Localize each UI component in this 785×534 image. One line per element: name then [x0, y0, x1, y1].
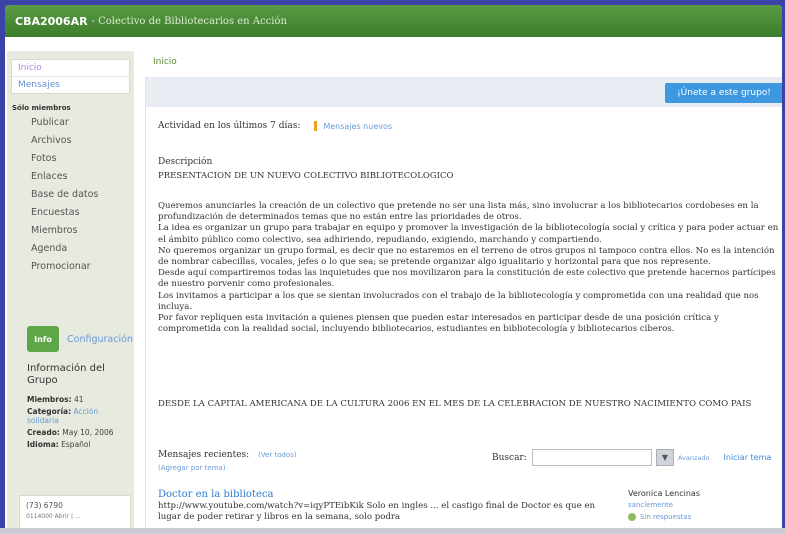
- recent-messages-label: Mensajes recientes:: [158, 450, 250, 460]
- group-info-title: Información del Grupo: [27, 363, 105, 386]
- members-nav: Publicar Archivos Fotos Enlaces Base de …: [7, 114, 134, 276]
- members-label: Miembros:: [27, 395, 72, 404]
- sidebar-item-miembros[interactable]: Miembros: [7, 222, 134, 240]
- bottom-strip: [0, 528, 785, 534]
- activity-bar-icon: [314, 121, 318, 131]
- sidebar-item-enlaces[interactable]: Enlaces: [7, 168, 134, 186]
- sidebar-bottom-line2[interactable]: 0114000 Abrir | ...: [26, 513, 124, 520]
- group-info: Información del Grupo Miembros: 41 Categ…: [27, 363, 131, 452]
- language-row: Idioma: Español: [27, 440, 131, 449]
- main-content: ¡Únete a este grupo! Actividad en los úl…: [145, 77, 782, 531]
- created-value: May 10, 2006: [62, 428, 114, 437]
- new-topic-link[interactable]: Iniciar tema: [724, 453, 772, 462]
- category-label: Categoría:: [27, 407, 72, 416]
- new-messages-link[interactable]: Mensajes nuevos: [323, 122, 392, 131]
- language-label: Idioma:: [27, 440, 59, 449]
- reply-count[interactable]: Sin respuestas: [640, 513, 691, 521]
- sidebar-item-base-de-datos[interactable]: Base de datos: [7, 186, 134, 204]
- post-author-block: Veronica Lencinas sanclemente Sin respue…: [628, 489, 768, 521]
- post-excerpt: http://www.youtube.com/watch?v=iqyPTEibK…: [158, 501, 596, 523]
- sidebar-item-archivos[interactable]: Archivos: [7, 132, 134, 150]
- post-author-handle[interactable]: sanclemente: [628, 501, 768, 509]
- activity-label: Actividad en los últimos 7 días:: [158, 121, 301, 131]
- configuration-link[interactable]: Configuración: [67, 334, 133, 345]
- post-title-link[interactable]: Doctor en la biblioteca: [158, 489, 273, 500]
- recent-messages: Mensajes recientes: (Ver todos) (Agregar…: [158, 450, 297, 472]
- search-dropdown-icon[interactable]: ▼: [656, 449, 674, 466]
- group-id[interactable]: CBA2006AR: [15, 15, 88, 28]
- sidebar-item-inicio[interactable]: Inicio: [12, 60, 129, 77]
- top-bar: CBA2006AR - Colectivo de Bibliotecarios …: [5, 5, 782, 37]
- description-body: Queremos anunciarles la creación de un c…: [158, 201, 779, 335]
- group-title: - Colectivo de Bibliotecarios en Acción: [91, 15, 287, 27]
- description-closing: DESDE LA CAPITAL AMERICANA DE LA CULTURA…: [158, 399, 752, 409]
- created-row: Creado: May 10, 2006: [27, 428, 131, 437]
- category-row: Categoría: Acción solidaria: [27, 407, 131, 425]
- subscribe-link[interactable]: (Agregar por tema): [158, 464, 297, 472]
- search-row: Buscar: ▼ Avanzado Iniciar tema: [492, 449, 771, 466]
- sidebar: Inicio Mensajes Sólo miembros Publicar A…: [7, 51, 134, 531]
- members-only-heading: Sólo miembros: [12, 104, 71, 112]
- language-value: Español: [61, 440, 91, 449]
- sidebar-bottom-line1: (73) 6790: [26, 501, 63, 510]
- sidebar-primary-nav: Inicio Mensajes: [11, 59, 130, 94]
- members-count: Miembros: 41: [27, 395, 131, 404]
- window-frame: CBA2006AR - Colectivo de Bibliotecarios …: [5, 5, 782, 531]
- config-row: Info Configuración: [27, 326, 133, 352]
- search-input[interactable]: [532, 449, 652, 466]
- activity-row: Actividad en los últimos 7 días: Mensaje…: [158, 121, 392, 131]
- join-group-button[interactable]: ¡Únete a este grupo!: [665, 83, 782, 103]
- see-all-link[interactable]: (Ver todos): [258, 451, 297, 459]
- reply-row: Sin respuestas: [628, 513, 768, 521]
- reply-status-icon: [628, 513, 636, 521]
- sidebar-item-fotos[interactable]: Fotos: [7, 150, 134, 168]
- created-label: Creado:: [27, 428, 60, 437]
- search-label: Buscar:: [492, 452, 527, 463]
- advanced-search-link[interactable]: Avanzado: [678, 454, 710, 462]
- sidebar-bottom-box: (73) 6790 0114000 Abrir | ...: [19, 495, 131, 531]
- join-bar: ¡Únete a este grupo!: [146, 77, 782, 107]
- description-heading: PRESENTACION DE UN NUEVO COLECTIVO BIBLI…: [158, 171, 454, 181]
- breadcrumb[interactable]: Inicio: [153, 57, 177, 67]
- sidebar-item-encuestas[interactable]: Encuestas: [7, 204, 134, 222]
- sidebar-item-agenda[interactable]: Agenda: [7, 240, 134, 258]
- post-author-name: Veronica Lencinas: [628, 489, 700, 498]
- sidebar-item-publicar[interactable]: Publicar: [7, 114, 134, 132]
- description-label: Descripción: [158, 157, 213, 167]
- sidebar-item-promocionar[interactable]: Promocionar: [7, 258, 134, 276]
- members-value: 41: [74, 395, 84, 404]
- info-icon: Info: [27, 326, 59, 352]
- sidebar-item-mensajes[interactable]: Mensajes: [12, 77, 129, 93]
